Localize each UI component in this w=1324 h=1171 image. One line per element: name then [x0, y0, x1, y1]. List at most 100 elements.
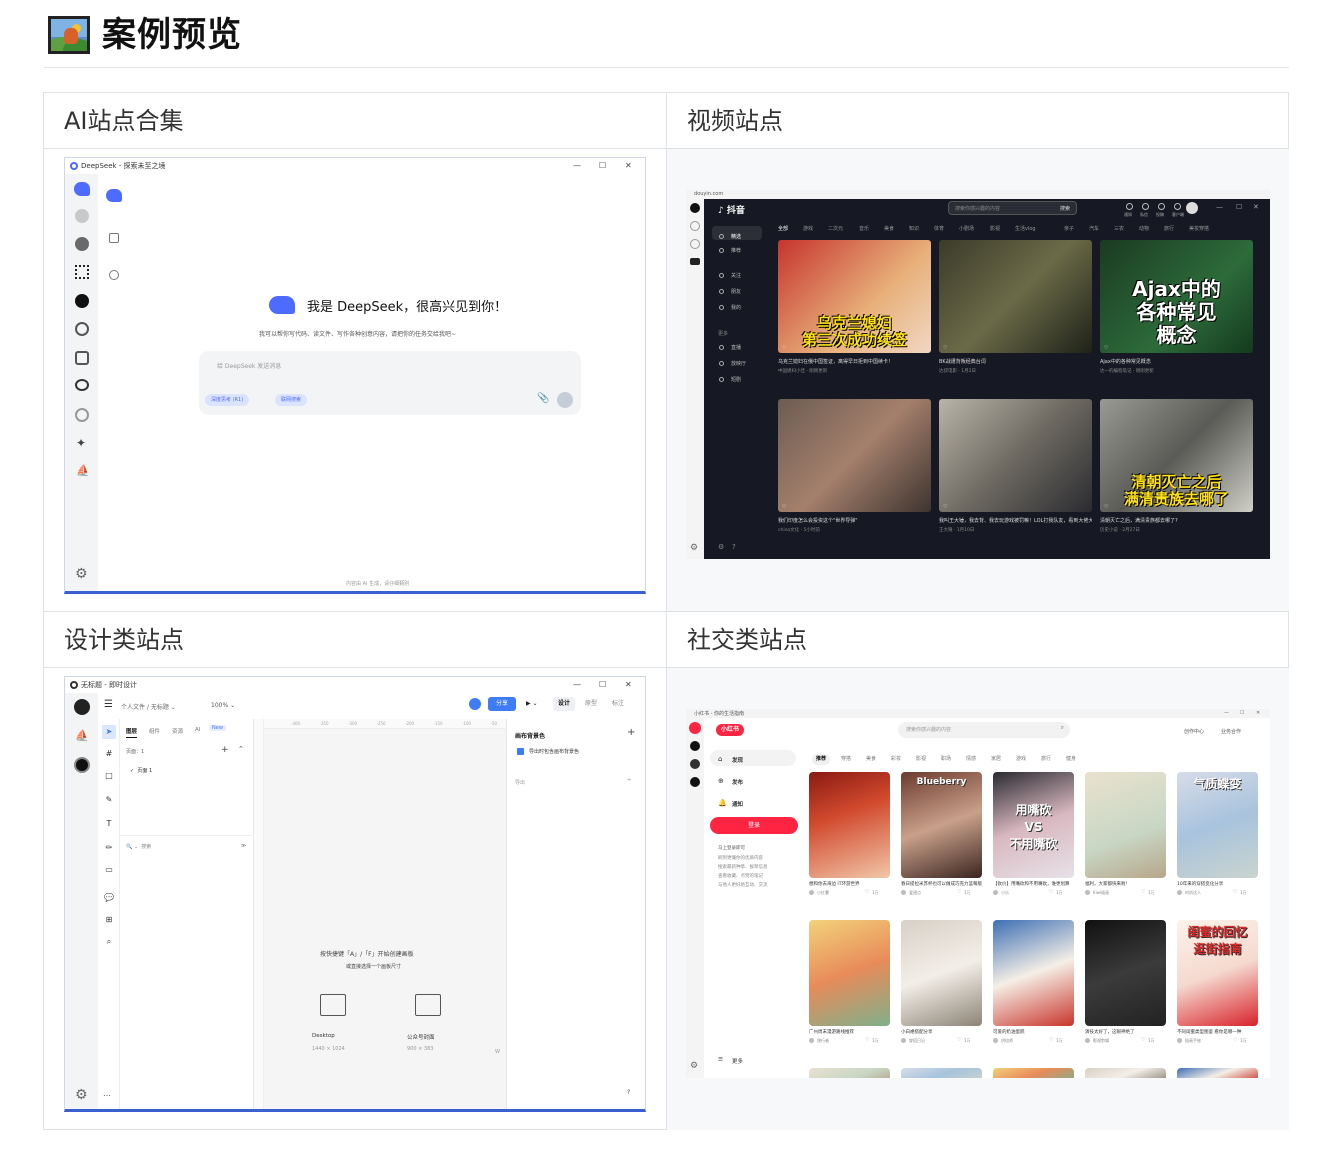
help-icon[interactable]: ?	[732, 543, 736, 551]
add-export-icon[interactable]: +	[627, 777, 631, 783]
publish-icon[interactable]: ⊕	[718, 777, 724, 785]
category-tab[interactable]: 美食	[884, 225, 894, 232]
app-icon-1[interactable]	[75, 209, 89, 223]
business-link[interactable]: 业务合作	[1221, 728, 1241, 735]
app-icon-3[interactable]	[75, 265, 89, 279]
like-icon[interactable]: ♡	[1141, 1037, 1145, 1043]
note-title[interactable]: 春日提拉米苏杯也可以做成巧克力蓝莓版	[901, 881, 982, 887]
nav-item[interactable]: 发现	[732, 756, 743, 764]
creator-center-link[interactable]: 创作中心	[1184, 728, 1204, 735]
note-cover[interactable]: Blueberry	[901, 772, 982, 878]
category-tab[interactable]: 小剧场	[959, 225, 974, 232]
sidebar-item[interactable]: 推荐	[731, 247, 741, 254]
like-icon[interactable]: ♡	[957, 889, 961, 895]
sail-icon[interactable]: ⛵	[75, 729, 89, 742]
desktop-frame-icon[interactable]	[320, 994, 346, 1016]
video-title[interactable]: BK战遭背叛经典台词	[939, 358, 1092, 365]
note-cover[interactable]: 气质蝶变	[1177, 772, 1258, 878]
douyin-app-icon[interactable]	[690, 741, 700, 751]
channel-tab[interactable]: 旅行	[1037, 754, 1055, 765]
note-title[interactable]: 可爱的奶油蛋糕	[993, 1029, 1074, 1035]
douyin-search-box[interactable]: 搜索你感兴趣的内容 搜索	[948, 201, 1077, 215]
channel-tab[interactable]: 职场	[937, 754, 955, 765]
play-button[interactable]: ▶ ⌄	[526, 700, 538, 707]
minimize-icon[interactable]: —	[573, 677, 581, 693]
channel-tab[interactable]: 穿搭	[837, 754, 855, 765]
deep-think-button[interactable]: 深度思考 (R1)	[205, 394, 250, 406]
channel-tab[interactable]: 美食	[862, 754, 880, 765]
top-action-label[interactable]: 通知	[1124, 212, 1132, 218]
category-tab[interactable]: 全部	[778, 225, 788, 232]
top-action-icon-3[interactable]	[1174, 203, 1181, 210]
category-tab[interactable]: 旅行	[1164, 225, 1174, 232]
x-app-icon[interactable]	[690, 777, 700, 787]
maximize-icon[interactable]: ☐	[599, 158, 606, 174]
nav-item[interactable]: 通知	[732, 800, 743, 808]
page-item[interactable]: ✓ 页面 1	[130, 767, 152, 774]
note-cover[interactable]	[1085, 920, 1166, 1026]
video-author[interactable]: 中国媳妇小佳	[778, 369, 805, 374]
note-author[interactable]: 穿搭日记	[909, 1038, 925, 1044]
image-tool-icon[interactable]: ▭	[102, 863, 116, 877]
nav-item[interactable]: 发布	[732, 778, 743, 786]
xhs-logo[interactable]: 小红书	[716, 724, 745, 736]
mode-tab[interactable]: 标注	[607, 697, 629, 711]
note-cover[interactable]	[901, 920, 982, 1026]
category-tab[interactable]: 影视	[990, 225, 1000, 232]
sail-icon[interactable]: ⛵	[76, 464, 90, 477]
note-title[interactable]: 演技太好了，这眼神绝了	[1085, 1029, 1166, 1035]
youtube-icon[interactable]	[690, 258, 700, 265]
video-title[interactable]: 我们印度怎么会投资这个"世界导弹"	[778, 517, 931, 524]
app-icon-7[interactable]	[75, 379, 89, 391]
like-icon[interactable]: ♡	[1233, 1037, 1237, 1043]
pencil-tool-icon[interactable]: ✏	[102, 841, 116, 855]
like-icon[interactable]: ♡	[1141, 889, 1145, 895]
app-icon-8[interactable]	[75, 408, 89, 422]
category-tab[interactable]: 亲子	[1064, 225, 1074, 232]
collapse-icon[interactable]: ⌃	[238, 745, 244, 753]
note-author[interactable]: 小红薯	[817, 890, 829, 896]
category-tab[interactable]: 二次元	[828, 225, 843, 232]
note-cover[interactable]	[901, 1068, 982, 1078]
channel-tab[interactable]: 家居	[987, 754, 1005, 765]
attach-icon[interactable]: 📎	[537, 393, 549, 404]
zoom-select[interactable]: 100% ⌄	[211, 702, 235, 709]
more-label[interactable]: 更多	[732, 1057, 743, 1065]
note-author[interactable]: 时尚达人	[1185, 890, 1201, 896]
category-tab[interactable]: 体育	[934, 225, 944, 232]
frame-tool-icon[interactable]: #	[102, 747, 116, 761]
app-icon-6[interactable]	[75, 351, 89, 365]
note-cover[interactable]	[1085, 1068, 1166, 1078]
login-button[interactable]: 登录	[710, 817, 798, 834]
video-title[interactable]: 乌克兰媳妇在俄中国签证，离得早日拒到中国续卡！	[778, 358, 931, 365]
mode-tab[interactable]: 原型	[580, 697, 602, 711]
sidebar-toggle-icon[interactable]	[109, 233, 119, 243]
app-icon-2[interactable]	[74, 757, 90, 773]
image-frame-icon[interactable]	[415, 994, 441, 1016]
video-thumbnail[interactable]: Ajax中的 各种常见 概念 ♡	[1100, 240, 1253, 353]
category-tab[interactable]: 游戏	[803, 225, 813, 232]
expand-icon[interactable]: ≫	[241, 843, 246, 849]
close-icon[interactable]: ✕	[1253, 199, 1259, 215]
note-author[interactable]: 烘焙师	[1001, 1038, 1013, 1044]
top-action-label[interactable]: 私信	[1140, 212, 1148, 218]
design-app-icon[interactable]	[74, 699, 90, 715]
note-cover[interactable]	[809, 772, 890, 878]
minimize-icon[interactable]: —	[1216, 199, 1223, 215]
select-tool-icon[interactable]: ➤	[102, 725, 116, 739]
panel-tab[interactable]: 组件	[149, 727, 160, 735]
panel-tab[interactable]: 资源	[172, 727, 183, 735]
search-tool-icon[interactable]: ⌕	[102, 935, 116, 949]
category-tab[interactable]: 美妆穿搭	[1189, 225, 1209, 232]
app-icon-c[interactable]	[690, 759, 700, 769]
note-cover[interactable]	[993, 920, 1074, 1026]
channel-tab[interactable]: 彩妆	[887, 754, 905, 765]
note-title[interactable]: 不同闺蜜类型图鉴 看你是哪一种	[1177, 1029, 1258, 1035]
video-author[interactable]: 王大锤	[939, 528, 953, 533]
top-action-icon-2[interactable]	[1158, 203, 1165, 210]
note-cover[interactable]: 用嘴砍 VS 不用嘴砍	[993, 772, 1074, 878]
note-author[interactable]: 爱甜点	[909, 890, 921, 896]
maximize-icon[interactable]: ☐	[1240, 710, 1244, 716]
video-author[interactable]: 达叔电影	[939, 369, 957, 374]
settings-icon[interactable]: ⚙	[718, 543, 724, 551]
